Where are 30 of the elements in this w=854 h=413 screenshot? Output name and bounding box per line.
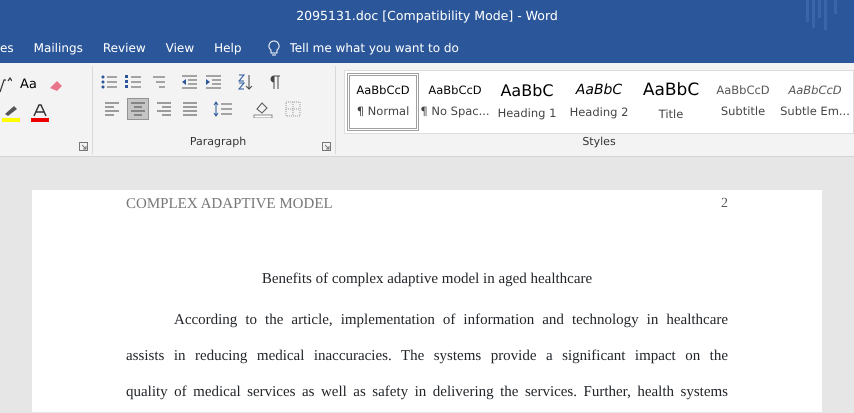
ribbon-tab[interactable]: es [0,35,24,61]
align-center-button[interactable] [127,98,150,120]
pilcrow-icon[interactable] [269,74,282,90]
style-gallery-item[interactable]: AaBbCcD ¶ Normal [347,73,419,131]
sort-icon[interactable] [237,74,254,90]
window-title: 2095131.doc [Compatibility Mode] - Word [296,7,558,26]
font-color-icon[interactable] [30,104,50,122]
numbering-icon[interactable] [125,74,142,90]
ribbon-tab[interactable]: Review [92,35,156,61]
ribbon-tab[interactable]: Help [204,35,252,61]
bullets-icon[interactable] [101,74,118,90]
document-heading: Benefits of complex adaptive model in aged healthcare [262,270,592,288]
lightbulb-icon [268,40,280,56]
page-header: COMPLEX ADAPTIVE MODEL [126,195,333,214]
dialog-launcher-icon[interactable] [322,142,331,151]
decrease-indent-icon[interactable] [181,74,198,90]
ribbon-tab[interactable]: View [156,35,204,61]
increase-indent-icon[interactable] [205,74,222,90]
change-case-button[interactable]: Aa [16,74,43,96]
line-spacing-icon[interactable] [213,101,234,117]
tell-me-field[interactable]: Tell me what you want to do [268,38,488,58]
shading-icon[interactable] [253,100,274,118]
dialog-launcher-icon[interactable] [79,142,88,151]
body-paragraph: According to the article, implementation of information and technology in healthcare assists in reducing medical inaccuracies. The systems provide a significant impact on the quality of medical services as well as safety in delivering the services. Further, health systems [126,311,728,402]
ribbon-tab[interactable]: Mailings [24,35,93,61]
group-label: Paragraph [190,134,246,150]
group-label: Styles [582,134,616,150]
page-number: 2 [721,195,728,213]
highlighter-icon[interactable] [0,104,22,122]
borders-icon[interactable] [285,101,302,117]
